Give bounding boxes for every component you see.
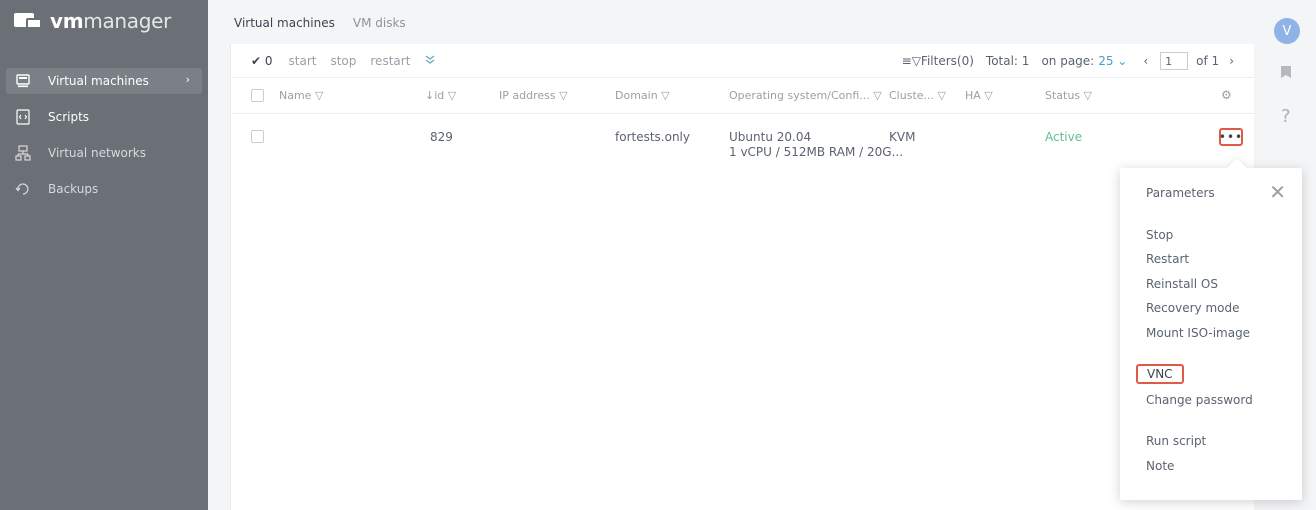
page-size-select[interactable]: 25 ⌄ bbox=[1098, 54, 1127, 68]
sidebar: vmmanager Virtual machines › Scripts Vir… bbox=[0, 0, 208, 510]
total-count: Total: 1 bbox=[985, 54, 1030, 68]
logo-text: vmmanager bbox=[50, 9, 172, 33]
sidebar-item-virtual-machines[interactable]: Virtual machines › bbox=[6, 68, 202, 94]
menu-item-recovery-mode[interactable]: Recovery mode bbox=[1146, 301, 1240, 315]
start-button[interactable]: start bbox=[289, 54, 317, 68]
cell-cluster: KVM bbox=[889, 130, 916, 144]
column-ip-address[interactable]: IP address ▽ bbox=[499, 89, 568, 102]
row-actions-menu: ✕ Parameters Stop Restart Reinstall OS R… bbox=[1120, 158, 1302, 500]
avatar[interactable]: V bbox=[1274, 18, 1300, 44]
row-actions-button[interactable]: ••• bbox=[1219, 128, 1243, 146]
logo[interactable]: vmmanager bbox=[14, 8, 171, 34]
stop-button[interactable]: stop bbox=[330, 54, 356, 68]
pagination-bar: ≡▽Filters(0) Total: 1 on page: 25 ⌄ ‹ 1 … bbox=[890, 44, 1234, 78]
column-cluster[interactable]: Cluste... ▽ bbox=[889, 89, 946, 102]
column-id[interactable]: ↓id ▽ bbox=[425, 89, 456, 102]
tab-vm-disks[interactable]: VM disks bbox=[353, 16, 406, 46]
vm-icon bbox=[14, 72, 32, 90]
more-actions-icon[interactable] bbox=[424, 54, 436, 68]
menu-item-change-password[interactable]: Change password bbox=[1146, 393, 1253, 407]
page-number-input[interactable]: 1 bbox=[1160, 52, 1189, 70]
next-page-button[interactable]: › bbox=[1229, 54, 1234, 68]
menu-item-reinstall-os[interactable]: Reinstall OS bbox=[1146, 277, 1218, 291]
column-ha[interactable]: HA ▽ bbox=[965, 89, 993, 102]
on-page-label: on page: bbox=[1041, 54, 1095, 68]
documentation-icon[interactable] bbox=[1280, 64, 1292, 83]
filters-button[interactable]: ≡▽Filters(0) bbox=[902, 54, 974, 68]
scripts-icon bbox=[14, 108, 32, 126]
column-settings-icon[interactable]: ⚙ bbox=[1221, 88, 1232, 102]
selected-count[interactable]: ✔ 0 bbox=[251, 54, 273, 68]
cell-config: 1 vCPU / 512MB RAM / 20G... bbox=[729, 145, 904, 159]
column-operating-system[interactable]: Operating system/Confi... ▽ bbox=[729, 89, 882, 102]
sidebar-item-virtual-networks[interactable]: Virtual networks bbox=[6, 140, 202, 166]
cell-id: 829 bbox=[430, 130, 453, 144]
network-icon bbox=[14, 144, 32, 162]
sidebar-item-scripts[interactable]: Scripts bbox=[6, 104, 202, 130]
prev-page-button[interactable]: ‹ bbox=[1143, 54, 1148, 68]
table-row[interactable]: 829 fortests.only Ubuntu 20.04 1 vCPU / … bbox=[231, 114, 1254, 166]
menu-item-stop[interactable]: Stop bbox=[1146, 228, 1173, 242]
select-all-checkbox[interactable] bbox=[251, 89, 264, 102]
menu-item-parameters[interactable]: Parameters bbox=[1146, 186, 1215, 200]
column-domain[interactable]: Domain ▽ bbox=[615, 89, 670, 102]
page-of-label: of 1 bbox=[1196, 54, 1220, 68]
main-content: Virtual machines VM disks ✔ 0 start stop… bbox=[208, 0, 1254, 510]
sidebar-item-label: Backups bbox=[48, 182, 99, 196]
sidebar-item-label: Virtual networks bbox=[48, 146, 147, 160]
cell-domain: fortests.only bbox=[615, 130, 690, 144]
column-name[interactable]: Name ▽ bbox=[279, 89, 323, 102]
menu-item-mount-iso[interactable]: Mount ISO-image bbox=[1146, 326, 1250, 340]
help-icon[interactable]: ? bbox=[1281, 106, 1291, 127]
tab-bar: Virtual machines VM disks bbox=[234, 16, 424, 46]
status-badge: Active bbox=[1045, 130, 1083, 144]
sidebar-item-backups[interactable]: Backups bbox=[6, 176, 202, 202]
chevron-right-icon: › bbox=[185, 73, 190, 86]
row-checkbox[interactable] bbox=[251, 130, 264, 143]
menu-item-vnc[interactable]: VNC bbox=[1136, 364, 1184, 384]
close-icon[interactable]: ✕ bbox=[1269, 180, 1286, 204]
cell-os: Ubuntu 20.04 bbox=[729, 130, 812, 144]
sidebar-nav: Virtual machines › Scripts Virtual netwo… bbox=[6, 68, 202, 212]
menu-item-restart[interactable]: Restart bbox=[1146, 252, 1189, 266]
tab-virtual-machines[interactable]: Virtual machines bbox=[234, 16, 335, 46]
logo-icon bbox=[14, 11, 44, 31]
toolbar: ✔ 0 start stop restart ≡▽Filters(0) Tota… bbox=[231, 44, 1254, 78]
sidebar-item-label: Scripts bbox=[48, 110, 90, 124]
column-status[interactable]: Status ▽ bbox=[1045, 89, 1092, 102]
sidebar-item-label: Virtual machines bbox=[48, 74, 149, 88]
menu-item-run-script[interactable]: Run script bbox=[1146, 434, 1206, 448]
menu-item-note[interactable]: Note bbox=[1146, 459, 1174, 473]
vm-table-panel: ✔ 0 start stop restart ≡▽Filters(0) Tota… bbox=[230, 44, 1254, 510]
backup-icon bbox=[14, 180, 32, 198]
restart-button[interactable]: restart bbox=[370, 54, 410, 68]
table-header: Name ▽ ↓id ▽ IP address ▽ Domain ▽ Opera… bbox=[231, 78, 1254, 114]
